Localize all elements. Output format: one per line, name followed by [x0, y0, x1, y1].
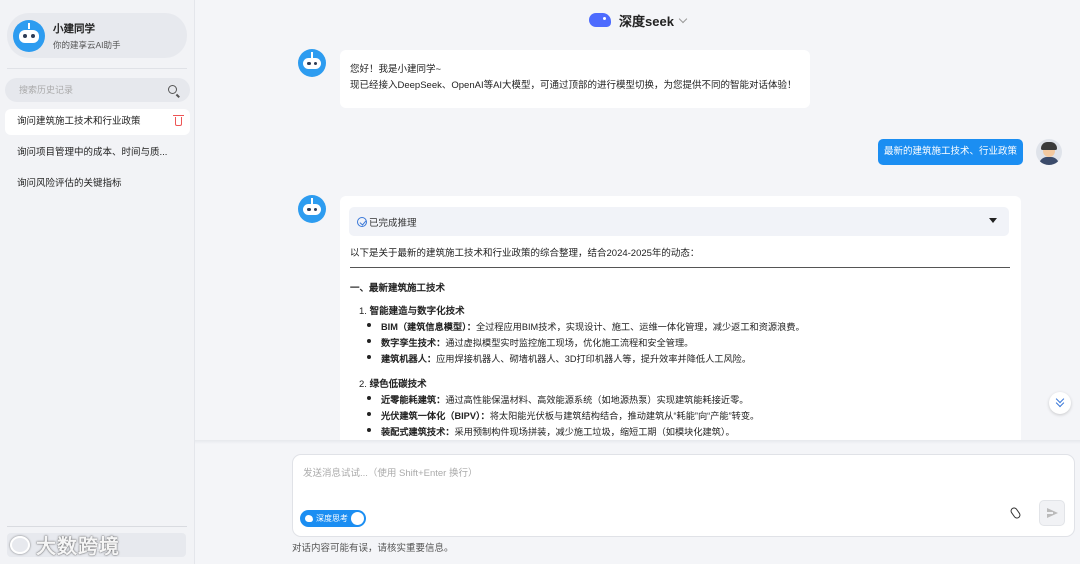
history-search-input[interactable]: [19, 85, 159, 95]
assistant-answer-bubble: 已完成推理 以下是关于最新的建筑施工技术和行业政策的综合整理，结合2024-20…: [340, 196, 1021, 441]
watermark-text: 大数跨境: [36, 536, 120, 558]
reasoning-status: 已完成推理: [369, 217, 417, 229]
deep-think-label: 深度思考: [316, 514, 348, 523]
chat-main: 深度seek 您好！我是小建同学~ 现已经接入DeepSeek、OpenAI等A…: [195, 0, 1080, 564]
subsection-title: 智能建造与数字化技术: [369, 306, 465, 317]
greeting-line: 您好！我是小建同学~: [350, 64, 442, 75]
history-item[interactable]: 询问项目管理中的成本、时间与质...: [5, 140, 190, 166]
sidebar: 小建同学 你的建享云AI助手 询问建筑施工技术和行业政策 询问项目管理中的成本、…: [0, 0, 195, 564]
divider: [7, 526, 187, 527]
chevron-down-icon: [678, 14, 688, 23]
assistant-profile: 小建同学 你的建享云AI助手: [7, 13, 187, 58]
history-item[interactable]: 询问建筑施工技术和行业政策: [5, 109, 190, 135]
user-avatar: [1036, 139, 1062, 165]
item-desc: 将太阳能光伏板与建筑结构结合，推动建筑从“耗能”向“产能”转变。: [489, 411, 760, 421]
item-term: BIM（建筑信息模型）：: [381, 322, 476, 332]
subsection-number: 2.: [359, 379, 367, 390]
robot-avatar-icon: [298, 49, 326, 77]
subsection-number: 1.: [359, 306, 367, 317]
history-list: 询问建筑施工技术和行业政策 询问项目管理中的成本、时间与质... 询问风险评估的…: [5, 109, 190, 202]
model-switcher[interactable]: 深度seek: [589, 11, 688, 30]
robot-avatar-icon: [298, 195, 326, 223]
assistant-greeting-bubble: 您好！我是小建同学~ 现已经接入DeepSeek、OpenAI等AI大模型，可通…: [340, 50, 810, 108]
watermark: 大数跨境: [10, 530, 120, 559]
watermark-logo-icon: [10, 535, 30, 554]
user-message-bubble: 最新的建筑施工技术、行业政策: [878, 139, 1023, 165]
reasoning-toggle[interactable]: 已完成推理: [349, 207, 1009, 236]
answer-intro: 以下是关于最新的建筑施工技术和行业政策的综合整理，结合2024-2025年的动态…: [350, 248, 700, 259]
subsection-title: 绿色低碳技术: [369, 379, 427, 390]
send-icon: [1047, 508, 1058, 518]
list-item: 近零能耗建筑：通过高性能保温材料、高效能源系统（如地源热泵）实现建筑能耗接近零。: [367, 392, 749, 406]
history-item-label: 询问项目管理中的成本、时间与质...: [17, 147, 168, 158]
send-button[interactable]: [1039, 500, 1065, 526]
item-desc: 全过程应用BIM技术，实现设计、施工、运维一体化管理，减少返工和资源浪费。: [475, 322, 805, 332]
history-item-label: 询问风险评估的关键指标: [17, 178, 122, 189]
list-item: 建筑机器人：应用焊接机器人、砌墙机器人、3D打印机器人等，提升效率并降低人工风险…: [366, 351, 752, 365]
item-term: 建筑机器人：: [381, 354, 437, 364]
toggle-knob: [351, 512, 364, 525]
item-term: 光伏建筑一体化（BIPV）：: [381, 411, 490, 421]
list-item: 光伏建筑一体化（BIPV）：将太阳能光伏板与建筑结构结合，推动建筑从“耗能”向“…: [366, 408, 760, 422]
item-term: 近零能耗建筑：: [381, 395, 446, 405]
top-bar: 深度seek: [195, 0, 1080, 40]
subsection-heading: 2. 绿色低碳技术: [359, 376, 427, 390]
paperclip-icon[interactable]: [1009, 506, 1022, 520]
subsection-heading: 1. 智能建造与数字化技术: [359, 303, 465, 317]
divider: [7, 68, 187, 69]
item-desc: 通过虚拟模型实时监控施工现场，优化施工流程和安全管理。: [445, 338, 694, 348]
assistant-avatar: [298, 195, 326, 223]
assistant-subtitle: 你的建享云AI助手: [53, 39, 121, 50]
item-term: 数字孪生技术：: [381, 338, 446, 348]
composer-separator: [195, 440, 1080, 444]
whale-icon: [589, 13, 612, 27]
whale-icon: [305, 515, 313, 522]
section-title: 一、最新建筑施工技术: [350, 283, 446, 294]
item-desc: 通过高性能保温材料、高效能源系统（如地源热泵）实现建筑能耗接近零。: [445, 395, 749, 405]
check-circle-icon: [357, 216, 367, 227]
history-item[interactable]: 询问风险评估的关键指标: [5, 171, 190, 197]
list-item: BIM（建筑信息模型）：全过程应用BIM技术，实现设计、施工、运维一体化管理，减…: [367, 319, 805, 333]
message-composer: 深度思考: [292, 454, 1075, 537]
history-search: [5, 78, 190, 102]
greeting-line: 现已经接入DeepSeek、OpenAI等AI大模型，可通过顶部的进行模型切换，…: [350, 80, 797, 91]
list-item: 装配式建筑技术：采用预制构件现场拼装，减少施工垃圾，缩短工期（如模块化建筑）。: [367, 424, 735, 438]
divider: [350, 267, 1010, 268]
assistant-avatar: [298, 49, 326, 77]
robot-avatar-icon: [13, 19, 45, 52]
model-name: 深度seek: [619, 13, 674, 29]
caret-down-icon[interactable]: [989, 218, 997, 223]
assistant-name: 小建同学: [53, 22, 95, 35]
item-desc: 采用预制构件现场拼装，减少施工垃圾，缩短工期（如模块化建筑）。: [454, 427, 735, 437]
list-item: 数字孪生技术：通过虚拟模型实时监控施工现场，优化施工流程和安全管理。: [366, 335, 694, 349]
search-icon[interactable]: [168, 85, 177, 94]
disclaimer: 对话内容可能有误，请核实重要信息。: [292, 543, 454, 554]
item-desc: 应用焊接机器人、砌墙机器人、3D打印机器人等，提升效率并降低人工风险。: [436, 354, 752, 364]
item-term: 装配式建筑技术：: [381, 427, 455, 437]
deep-think-toggle[interactable]: 深度思考: [300, 510, 366, 527]
trash-icon[interactable]: [173, 115, 184, 126]
message-input[interactable]: [303, 465, 1003, 505]
history-item-label: 询问建筑施工技术和行业政策: [17, 116, 141, 127]
scroll-to-bottom-button[interactable]: [1049, 392, 1071, 414]
